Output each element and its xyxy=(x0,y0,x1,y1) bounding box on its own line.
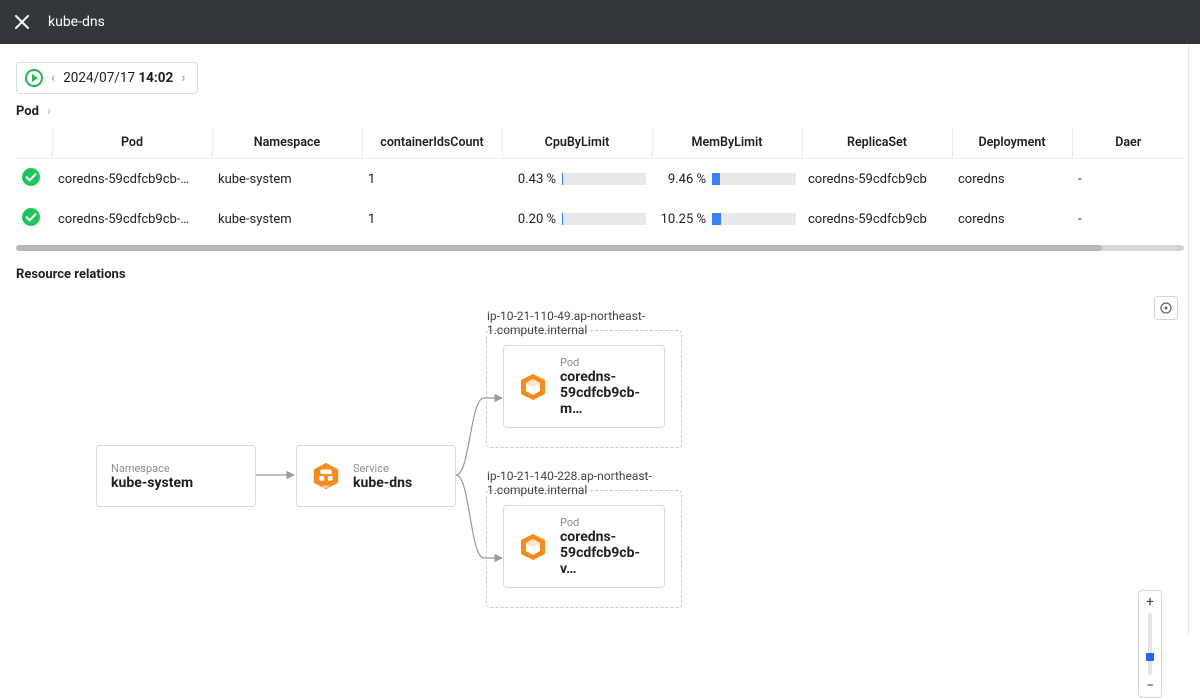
titlebar: kube-dns xyxy=(0,0,1200,44)
table-header: Pod Namespace containerIdsCount CpuByLim… xyxy=(16,127,1184,159)
col-mem[interactable]: MemByLimit xyxy=(652,127,802,159)
node-kind: Namespace xyxy=(111,462,193,475)
col-containers[interactable]: containerIdsCount xyxy=(362,127,502,159)
recenter-button[interactable] xyxy=(1154,296,1178,320)
col-daer[interactable]: Daer xyxy=(1072,127,1184,159)
group-label: ip-10-21-110-49.ap-northeast-1.compute.i… xyxy=(487,309,681,337)
page-title: kube-dns xyxy=(48,14,105,30)
cell-namespace: kube-system xyxy=(212,159,362,200)
window-v-scrollbar[interactable] xyxy=(1188,44,1200,636)
cell-containers: 1 xyxy=(362,159,502,200)
status-ok-icon xyxy=(22,208,40,226)
table-row[interactable]: coredns-59cdfcb9cb-…kube-system10.20 %10… xyxy=(16,199,1184,239)
status-cell xyxy=(16,159,52,200)
time-next-button[interactable]: › xyxy=(177,70,189,86)
node-name: coredns-59cdfcb9cb-m… xyxy=(560,369,650,417)
breadcrumb: Pod › xyxy=(0,104,1200,127)
status-cell xyxy=(16,199,52,239)
zoom-in-button[interactable]: + xyxy=(1141,593,1159,611)
node-pod[interactable]: Pod coredns-59cdfcb9cb-m… xyxy=(503,345,665,428)
pod-icon xyxy=(518,532,548,562)
cell-deployment: coredns xyxy=(952,199,1072,239)
time-display: 2024/07/17 14:02 xyxy=(63,70,173,86)
cell-mem: 9.46 % xyxy=(652,159,802,200)
time-date: 2024/07/17 xyxy=(63,70,135,86)
col-namespace[interactable]: Namespace xyxy=(212,127,362,159)
breadcrumb-root[interactable]: Pod xyxy=(16,104,39,119)
play-icon[interactable] xyxy=(25,69,43,87)
node-name: kube-system xyxy=(111,475,193,491)
cell-namespace: kube-system xyxy=(212,199,362,239)
cell-cpu: 0.20 % xyxy=(502,199,652,239)
node-name: kube-dns xyxy=(353,475,412,491)
col-cpu[interactable]: CpuByLimit xyxy=(502,127,652,159)
node-kind: Pod xyxy=(560,356,650,369)
node-name: coredns-59cdfcb9cb-v… xyxy=(560,529,650,577)
svg-text:SVC: SVC xyxy=(322,485,330,489)
cell-cpu: 0.43 % xyxy=(502,159,652,200)
node-service[interactable]: SVC Service kube-dns xyxy=(296,445,456,507)
section-title: Resource relations xyxy=(0,251,1200,282)
pods-table: Pod Namespace containerIdsCount CpuByLim… xyxy=(0,127,1200,251)
table-row[interactable]: coredns-59cdfcb9cb-…kube-system10.43 %9.… xyxy=(16,159,1184,200)
cell-pod: coredns-59cdfcb9cb-… xyxy=(52,159,212,200)
node-kind: Pod xyxy=(560,516,650,529)
cell-containers: 1 xyxy=(362,199,502,239)
node-group: ip-10-21-110-49.ap-northeast-1.compute.i… xyxy=(486,330,682,448)
controls-row: ‹ 2024/07/17 14:02 › xyxy=(0,44,1200,104)
node-group: ip-10-21-140-228.ap-northeast-1.compute.… xyxy=(486,490,682,608)
col-pod[interactable]: Pod xyxy=(52,127,212,159)
chevron-right-icon: › xyxy=(47,104,51,119)
cell-pod: coredns-59cdfcb9cb-… xyxy=(52,199,212,239)
node-pod[interactable]: Pod coredns-59cdfcb9cb-v… xyxy=(503,505,665,588)
status-ok-icon xyxy=(22,168,40,186)
zoom-out-button[interactable]: − xyxy=(1141,677,1159,695)
service-icon: SVC xyxy=(311,461,341,491)
zoom-slider[interactable] xyxy=(1148,613,1152,675)
time-hhmm: 14:02 xyxy=(138,70,173,86)
cell-replicaset: coredns-59cdfcb9cb xyxy=(802,199,952,239)
close-icon[interactable] xyxy=(14,14,30,30)
cell-deployment: coredns xyxy=(952,159,1072,200)
relations-canvas[interactable]: Namespace kube-system SVC Service kube-d… xyxy=(16,290,1184,640)
zoom-panel: + − xyxy=(1154,290,1178,320)
col-replicaset[interactable]: ReplicaSet xyxy=(802,127,952,159)
col-deployment[interactable]: Deployment xyxy=(952,127,1072,159)
cell-daer: - xyxy=(1072,159,1184,200)
cell-replicaset: coredns-59cdfcb9cb xyxy=(802,159,952,200)
node-kind: Service xyxy=(353,462,412,475)
pod-icon xyxy=(518,372,548,402)
group-label: ip-10-21-140-228.ap-northeast-1.compute.… xyxy=(487,469,681,497)
node-namespace[interactable]: Namespace kube-system xyxy=(96,445,256,507)
cell-mem: 10.25 % xyxy=(652,199,802,239)
time-picker[interactable]: ‹ 2024/07/17 14:02 › xyxy=(16,62,198,94)
time-prev-button[interactable]: ‹ xyxy=(47,70,59,86)
cell-daer: - xyxy=(1072,199,1184,239)
